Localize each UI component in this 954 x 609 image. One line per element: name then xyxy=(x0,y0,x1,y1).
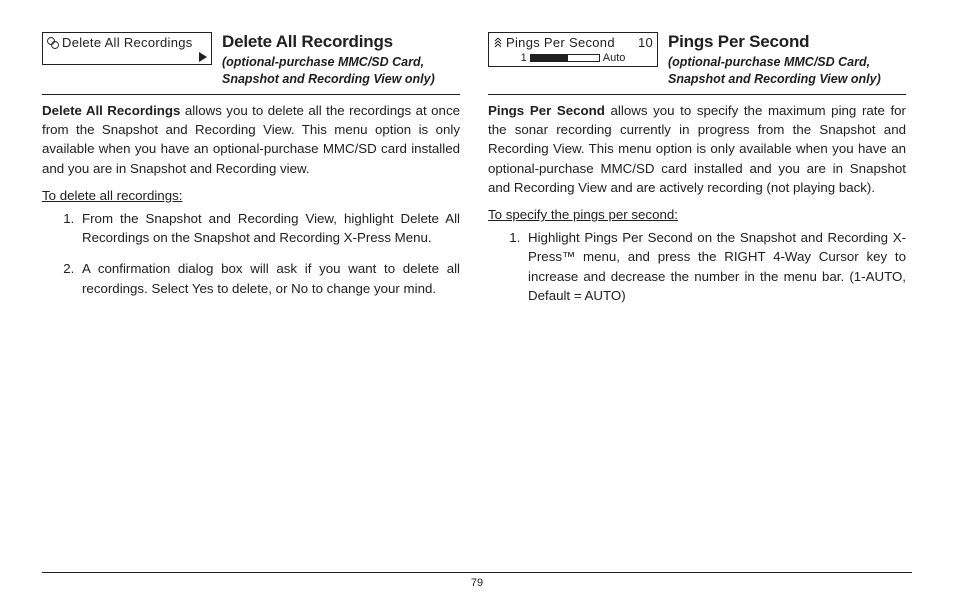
pings-icon xyxy=(493,37,503,49)
right-steps: Highlight Pings Per Second on the Snapsh… xyxy=(488,228,906,305)
recordings-icon xyxy=(47,37,59,49)
right-column: Pings Per Second 10 1 Auto Pings Per Sec… xyxy=(488,32,906,572)
menu-label-text: Delete All Recordings xyxy=(62,35,193,50)
left-subtitle-line2: Snapshot and Recording View only) xyxy=(222,72,435,86)
two-column-layout: Delete All Recordings Delete All Recordi… xyxy=(42,32,912,572)
menu-value: 10 xyxy=(638,35,653,50)
right-instruction-heading: To specify the pings per second: xyxy=(488,207,906,222)
left-title: Delete All Recordings xyxy=(222,32,460,52)
left-rule xyxy=(42,94,460,95)
right-para-lead: Pings Per Second xyxy=(488,103,605,118)
right-paragraph: Pings Per Second allows you to specify t… xyxy=(488,101,906,197)
right-title: Pings Per Second xyxy=(668,32,906,52)
list-item: From the Snapshot and Recording View, hi… xyxy=(78,209,460,248)
left-instruction-heading: To delete all recordings: xyxy=(42,188,460,203)
slider-max: Auto xyxy=(603,52,626,64)
left-header: Delete All Recordings Delete All Recordi… xyxy=(42,32,460,88)
slider-min: 1 xyxy=(521,52,527,64)
left-column: Delete All Recordings Delete All Recordi… xyxy=(42,32,460,572)
left-para-lead: Delete All Recordings xyxy=(42,103,180,118)
list-item: A confirmation dialog box will ask if yo… xyxy=(78,259,460,298)
left-steps: From the Snapshot and Recording View, hi… xyxy=(42,209,460,298)
left-paragraph: Delete All Recordings allows you to dele… xyxy=(42,101,460,178)
chevron-right-icon xyxy=(199,52,207,62)
right-subtitle: (optional-purchase MMC/SD Card, Snapshot… xyxy=(668,54,906,88)
page-number: 79 xyxy=(471,577,483,589)
slider-bar xyxy=(530,54,600,62)
right-rule xyxy=(488,94,906,95)
left-subtitle-line1: (optional-purchase MMC/SD Card, xyxy=(222,55,424,69)
page-footer: 79 xyxy=(42,572,912,589)
right-header: Pings Per Second 10 1 Auto Pings Per Sec… xyxy=(488,32,906,88)
right-subtitle-line2: Snapshot and Recording View only) xyxy=(668,72,881,86)
pings-menu-graphic: Pings Per Second 10 1 Auto xyxy=(488,32,658,67)
manual-page: Delete All Recordings Delete All Recordi… xyxy=(0,0,954,609)
list-item: Highlight Pings Per Second on the Snapsh… xyxy=(524,228,906,305)
right-subtitle-line1: (optional-purchase MMC/SD Card, xyxy=(668,55,870,69)
right-title-block: Pings Per Second (optional-purchase MMC/… xyxy=(664,32,906,88)
left-subtitle: (optional-purchase MMC/SD Card, Snapshot… xyxy=(222,54,460,88)
menu-label-text: Pings Per Second xyxy=(506,35,615,50)
delete-all-menu-graphic: Delete All Recordings xyxy=(42,32,212,65)
left-title-block: Delete All Recordings (optional-purchase… xyxy=(218,32,460,88)
